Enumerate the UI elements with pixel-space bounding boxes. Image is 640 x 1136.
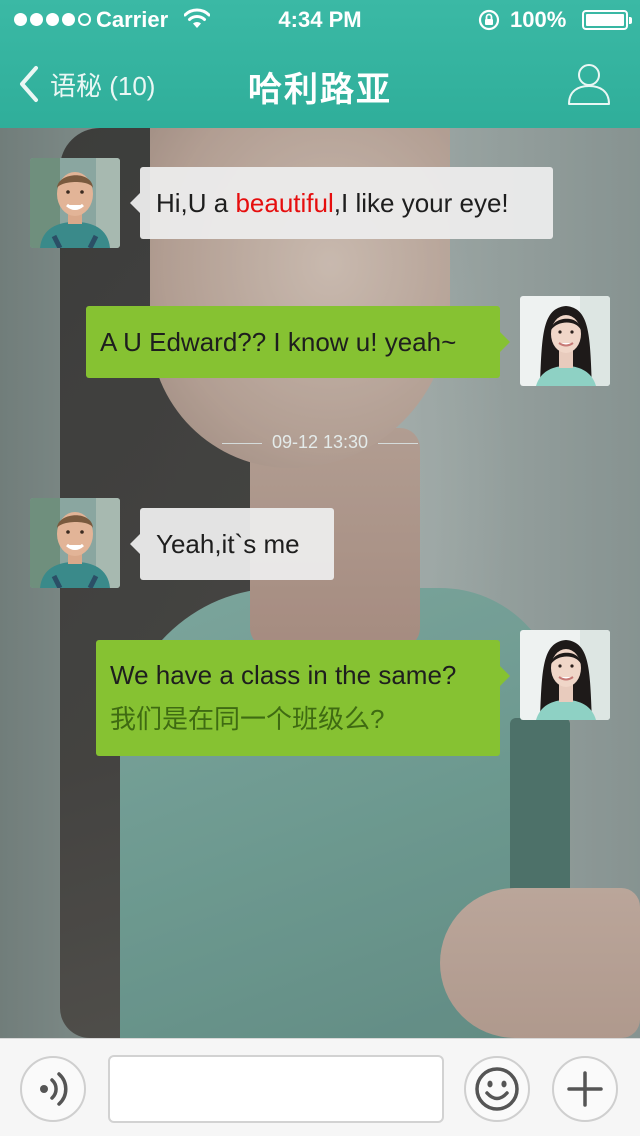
smiley-icon — [475, 1067, 519, 1111]
battery-icon — [582, 10, 632, 30]
edward-avatar[interactable] — [30, 158, 120, 248]
rotation-lock-icon — [478, 9, 500, 31]
navigation-bar: 语秘 (10) 哈利路亚 — [0, 40, 640, 128]
highlighted-word: beautiful — [235, 188, 334, 218]
edward-avatar[interactable] — [30, 498, 120, 588]
status-bar: Carrier 4:34 PM 100% — [0, 0, 640, 40]
voice-icon — [40, 1072, 68, 1106]
girl-avatar[interactable] — [520, 296, 610, 386]
plus-icon — [567, 1071, 603, 1107]
message-text: ,I like your eye! — [333, 188, 509, 218]
divider — [221, 442, 262, 444]
message-input[interactable] — [108, 1055, 444, 1123]
battery-percentage: 100% — [510, 7, 567, 32]
message-incoming: Yeah,it`s me — [130, 508, 334, 580]
message-timestamp: 09-12 13:30 — [0, 432, 640, 453]
top-bar: Carrier 4:34 PM 100% 语秘 (10) 哈利路亚 — [0, 0, 640, 128]
message-translation: 我们是在同一个班级么? — [110, 704, 385, 734]
profile-icon[interactable] — [566, 60, 612, 106]
emoji-button[interactable] — [464, 1056, 530, 1122]
message-text: Yeah,it`s me — [156, 529, 300, 559]
message-text: Hi,U a — [156, 188, 236, 218]
chat-title: 哈利路亚 — [248, 71, 392, 109]
voice-button[interactable] — [20, 1056, 86, 1122]
timestamp-text: 09-12 13:30 — [271, 432, 369, 452]
girl-avatar[interactable] — [520, 630, 610, 720]
message-outgoing: We have a class in the same? 我们是在同一个班级么? — [96, 640, 510, 756]
message-text: A U Edward?? I know u! yeah~ — [100, 327, 457, 357]
message-outgoing: A U Edward?? I know u! yeah~ — [86, 306, 510, 378]
more-button[interactable] — [552, 1056, 618, 1122]
message-input-bar — [0, 1038, 640, 1136]
divider — [378, 442, 419, 444]
message-text: We have a class in the same? — [110, 660, 457, 690]
message-incoming: Hi,U a beautiful,I like your eye! — [130, 167, 553, 239]
